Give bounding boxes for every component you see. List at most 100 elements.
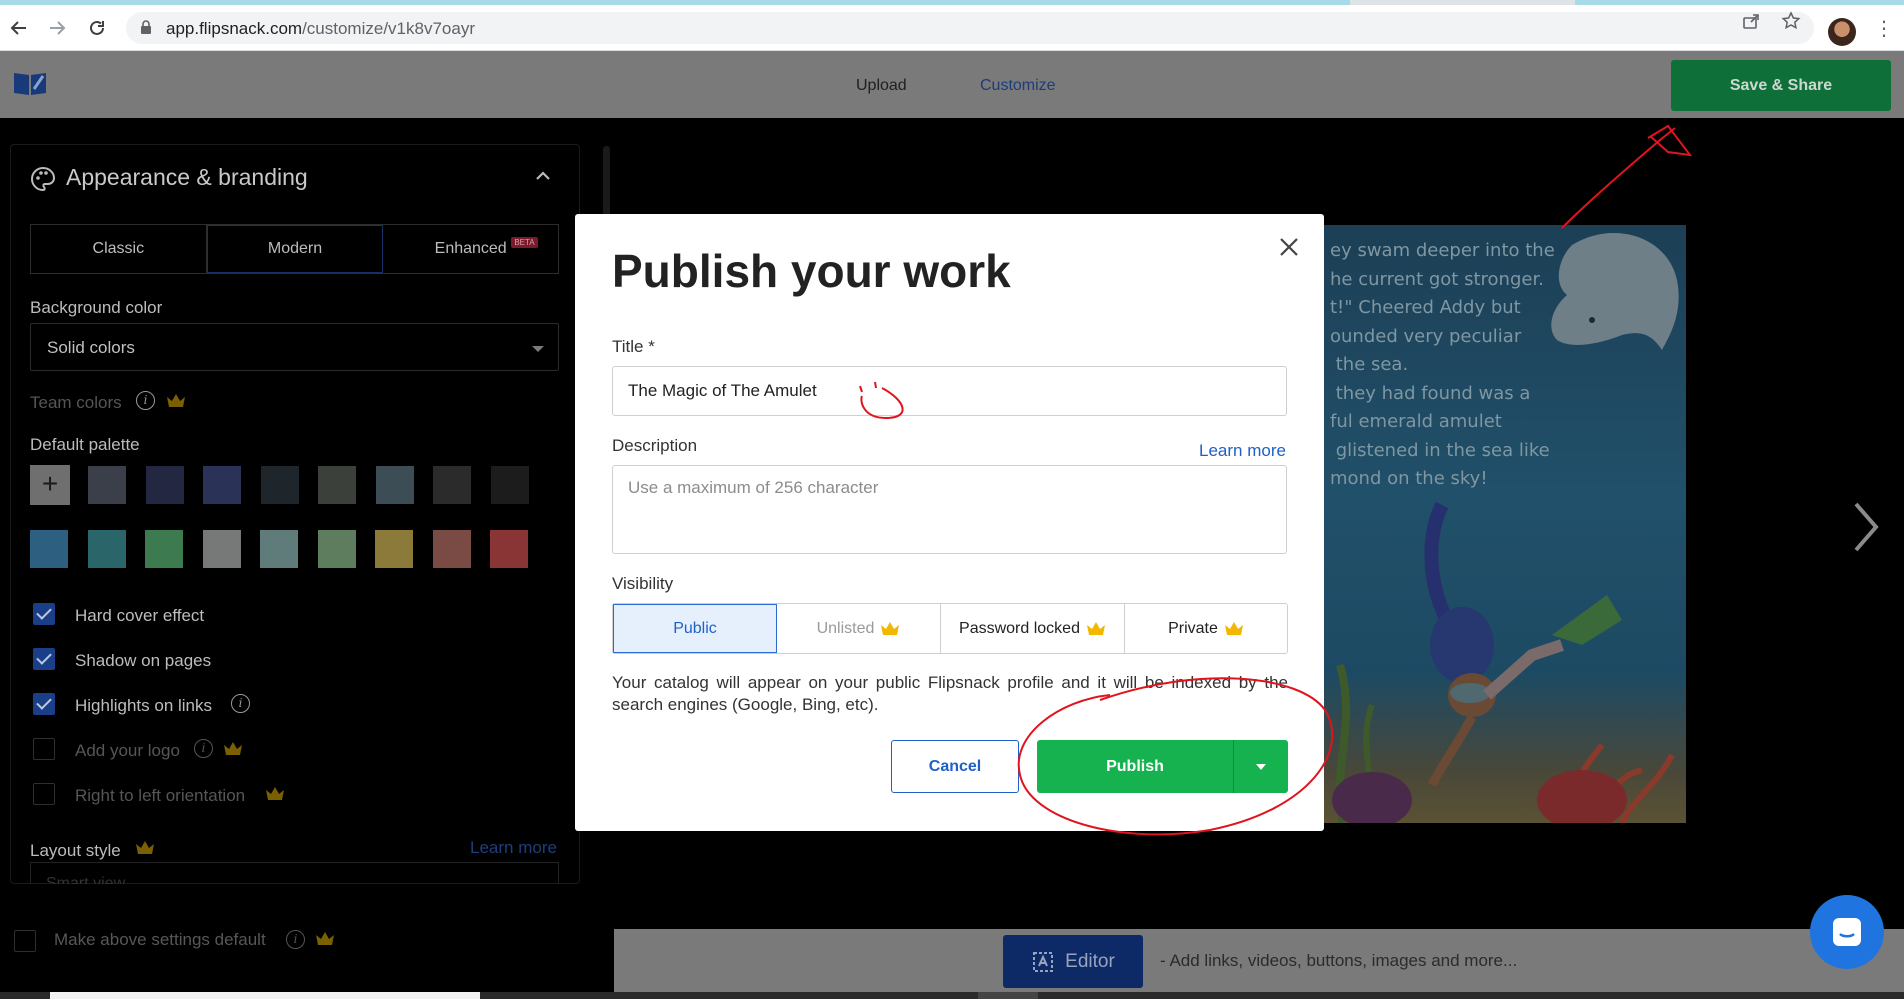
color-swatch[interactable] xyxy=(145,466,184,504)
color-swatch[interactable] xyxy=(87,530,126,568)
tab-upload[interactable]: Upload xyxy=(856,77,907,95)
close-icon[interactable] xyxy=(1278,236,1300,258)
publish-button[interactable]: Publish xyxy=(1037,740,1233,793)
profile-avatar[interactable] xyxy=(1828,18,1856,46)
crown-icon xyxy=(224,742,242,755)
crown-icon xyxy=(1224,622,1243,635)
color-swatch[interactable] xyxy=(203,466,241,504)
shadow-pages-label: Shadow on pages xyxy=(75,651,212,670)
lock-icon xyxy=(141,20,151,34)
publish-modal: Publish your work Title * The Magic of T… xyxy=(575,214,1324,831)
modal-title: Publish your work xyxy=(612,245,1011,297)
shadow-pages-checkbox[interactable] xyxy=(33,648,55,670)
color-swatch[interactable] xyxy=(202,530,241,568)
rtl-orientation-label: Right to left orientation xyxy=(75,786,246,805)
color-swatch[interactable] xyxy=(30,530,68,568)
color-swatch[interactable] xyxy=(490,530,528,568)
url-text: app.flipsnack.com/customize/v1k8v7oayr xyxy=(166,19,475,38)
flipsnack-logo-icon[interactable] xyxy=(12,69,48,97)
crown-icon xyxy=(316,932,334,945)
settings-sidebar: Appearance & branding Classic Modern Enh… xyxy=(0,118,614,999)
highlights-links-checkbox[interactable] xyxy=(33,693,55,715)
editor-hint: - Add links, videos, buttons, images and… xyxy=(1160,951,1518,970)
editor-button[interactable]: Editor xyxy=(1003,935,1143,988)
address-bar[interactable]: app.flipsnack.com/customize/v1k8v7oayr xyxy=(126,12,1814,44)
crown-icon xyxy=(136,841,154,854)
browser-toolbar: app.flipsnack.com/customize/v1k8v7oayr ⋮ xyxy=(0,5,1904,51)
bookmark-star-icon[interactable] xyxy=(1781,11,1801,36)
caret-down-icon xyxy=(1256,763,1266,770)
description-learn-more-link[interactable]: Learn more xyxy=(1199,441,1286,461)
info-icon[interactable]: i xyxy=(286,930,305,949)
share-page-icon[interactable] xyxy=(1741,11,1761,36)
chat-icon xyxy=(1833,918,1861,946)
color-swatch[interactable] xyxy=(433,466,471,504)
crown-icon xyxy=(1086,622,1105,635)
info-icon[interactable]: i xyxy=(231,694,250,713)
save-share-button[interactable]: Save & Share xyxy=(1671,60,1891,111)
add-logo-label: Add your logo xyxy=(75,741,180,760)
title-input[interactable]: The Magic of The Amulet xyxy=(612,366,1287,416)
back-icon[interactable] xyxy=(6,15,32,41)
color-swatch[interactable] xyxy=(375,466,414,504)
style-tabs: Classic Modern Enhanced BETA xyxy=(30,224,559,274)
next-page-arrow-icon[interactable] xyxy=(1852,500,1880,554)
color-swatch[interactable] xyxy=(88,466,126,504)
make-default-checkbox[interactable] xyxy=(14,930,36,952)
visibility-private[interactable]: Private xyxy=(1125,604,1287,653)
info-icon[interactable]: i xyxy=(194,739,213,758)
description-textarea[interactable]: Use a maximum of 256 character xyxy=(612,465,1287,554)
add-color-button[interactable]: + xyxy=(30,465,70,505)
book-page: ey swam deeper into the he current got s… xyxy=(1322,225,1686,823)
chevron-down-icon xyxy=(532,346,544,352)
color-swatch[interactable] xyxy=(145,530,183,568)
team-colors-label: Team colors xyxy=(30,393,122,412)
visibility-password-locked[interactable]: Password locked xyxy=(941,604,1125,653)
reload-icon[interactable] xyxy=(84,15,110,41)
tab-modern[interactable]: Modern xyxy=(206,225,384,273)
default-palette-label: Default palette xyxy=(30,435,140,454)
description-label: Description xyxy=(612,436,698,455)
color-swatch[interactable] xyxy=(490,466,529,504)
publish-options-dropdown[interactable] xyxy=(1233,740,1288,793)
cancel-button[interactable]: Cancel xyxy=(891,740,1019,793)
color-swatch[interactable] xyxy=(375,530,413,568)
make-default-label: Make above settings default xyxy=(54,930,266,949)
visibility-label: Visibility xyxy=(612,574,674,593)
editor-icon xyxy=(1033,951,1054,972)
layout-style-label: Layout style xyxy=(30,841,121,860)
layout-style-select[interactable]: Smart view xyxy=(30,862,559,884)
background-color-select[interactable]: Solid colors xyxy=(30,323,559,371)
background-color-label: Background color xyxy=(30,298,163,317)
visibility-note: Your catalog will appear on your public … xyxy=(612,673,1288,714)
crown-icon xyxy=(167,394,185,407)
title-label: Title * xyxy=(612,337,655,356)
section-title: Appearance & branding xyxy=(66,164,308,190)
tab-customize[interactable]: Customize xyxy=(980,77,1056,95)
hard-cover-label: Hard cover effect xyxy=(75,606,205,625)
rtl-orientation-checkbox[interactable] xyxy=(33,783,55,805)
info-icon[interactable]: i xyxy=(136,391,155,410)
visibility-public[interactable]: Public xyxy=(613,604,777,653)
crown-icon xyxy=(266,787,284,800)
color-swatch[interactable] xyxy=(432,530,471,568)
tab-enhanced[interactable]: Enhanced BETA xyxy=(383,225,558,273)
add-logo-checkbox[interactable] xyxy=(33,738,55,760)
tab-classic[interactable]: Classic xyxy=(31,225,207,273)
color-swatch[interactable] xyxy=(260,466,299,504)
browser-menu-icon[interactable]: ⋮ xyxy=(1874,19,1894,39)
chevron-up-icon[interactable] xyxy=(535,171,551,181)
visibility-unlisted[interactable]: Unlisted xyxy=(777,604,941,653)
layout-learn-more-link[interactable]: Learn more xyxy=(470,838,557,858)
color-swatch[interactable] xyxy=(317,530,356,568)
horizontal-scrollbar[interactable] xyxy=(0,992,1904,999)
beta-badge: BETA xyxy=(511,237,538,248)
forward-icon[interactable] xyxy=(44,15,70,41)
color-swatch[interactable] xyxy=(260,530,298,568)
crown-icon xyxy=(881,622,900,635)
book-illustration xyxy=(1332,232,1679,823)
hard-cover-checkbox[interactable] xyxy=(33,603,55,625)
color-swatch[interactable] xyxy=(318,466,356,504)
chat-support-button[interactable] xyxy=(1810,895,1884,969)
highlights-links-label: Highlights on links xyxy=(75,696,213,715)
